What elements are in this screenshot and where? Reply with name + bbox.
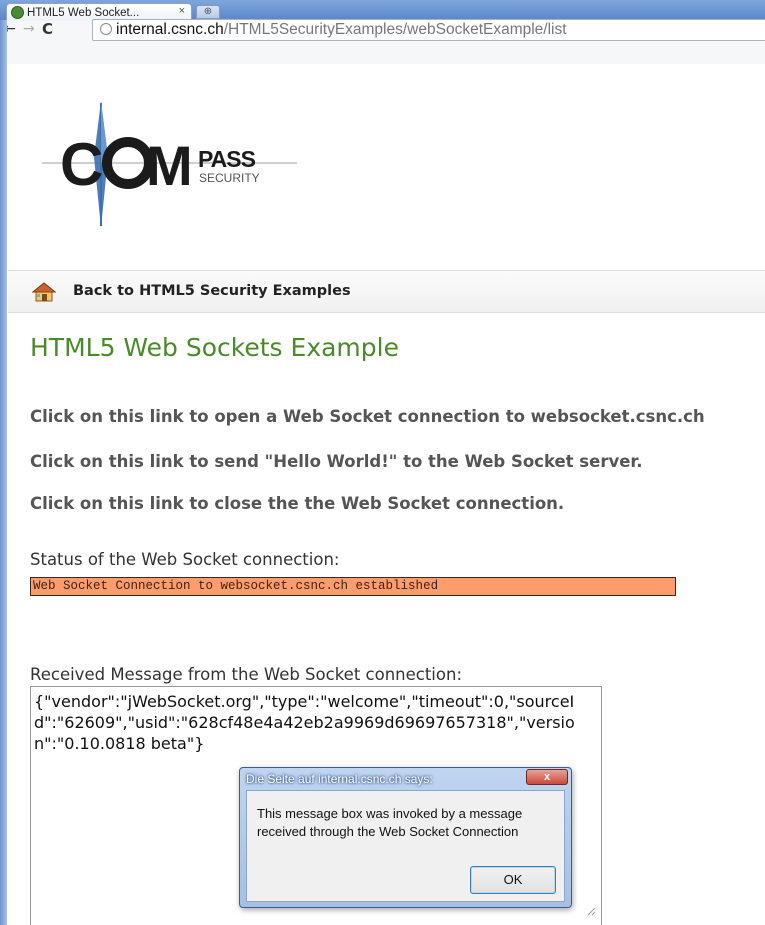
address-bar[interactable]: internal.csnc.ch/HTML5SecurityExamples/w…: [92, 19, 765, 41]
close-connection-link[interactable]: Click on this link to close the the Web …: [30, 494, 564, 513]
url-host: internal.csnc.ch: [116, 21, 224, 38]
connection-status-field: Web Socket Connection to websocket.csnc.…: [30, 577, 676, 596]
window-border: [0, 20, 7, 925]
dialog-close-button[interactable]: x: [526, 769, 568, 785]
back-navigation-bar: Back to HTML5 Security Examples: [8, 270, 765, 313]
open-connection-link[interactable]: Click on this link to open a Web Socket …: [30, 407, 705, 426]
received-message-label: Received Message from the Web Socket con…: [30, 665, 463, 684]
home-icon[interactable]: [32, 282, 56, 302]
tab-close-icon[interactable]: ×: [179, 5, 185, 17]
back-to-examples-link[interactable]: Back to HTML5 Security Examples: [73, 283, 351, 299]
dialog-message: This message box was invoked by a messag…: [257, 806, 523, 839]
favicon-icon: [11, 6, 24, 19]
tab-title: HTML5 Web Socket...: [27, 6, 140, 19]
send-hello-world-link[interactable]: Click on this link to send "Hello World!…: [30, 452, 642, 471]
page-info-icon[interactable]: [100, 23, 112, 35]
svg-text:C: C: [60, 131, 102, 198]
forward-arrow-icon[interactable]: →: [23, 21, 35, 37]
ok-button[interactable]: OK: [470, 866, 556, 894]
url-path: /HTML5SecurityExamples/webSocketExample/…: [223, 21, 567, 38]
dialog-body: This message box was invoked by a messag…: [246, 790, 565, 902]
svg-text:SECURITY: SECURITY: [199, 171, 260, 185]
url-text: internal.csnc.ch/HTML5SecurityExamples/w…: [116, 21, 567, 39]
page-title: HTML5 Web Sockets Example: [30, 333, 399, 362]
dialog-title: Die Seite auf internal.csnc.ch says:: [246, 772, 433, 786]
svg-text:PASS: PASS: [198, 146, 256, 172]
status-label: Status of the Web Socket connection:: [30, 550, 340, 569]
resize-grip-icon[interactable]: [586, 906, 596, 916]
alert-dialog: Die Seite auf internal.csnc.ch says: x T…: [239, 767, 572, 908]
compass-security-logo: C M PASS SECURITY: [42, 101, 297, 228]
new-tab-button[interactable]: ⊕: [196, 5, 220, 19]
browser-toolbar: ← → C internal.csnc.ch/HTML5SecurityExam…: [0, 19, 765, 64]
tab-strip: HTML5 Web Socket... × ⊕: [0, 0, 765, 21]
reload-icon[interactable]: C: [42, 20, 53, 38]
svg-text:M: M: [146, 134, 193, 197]
